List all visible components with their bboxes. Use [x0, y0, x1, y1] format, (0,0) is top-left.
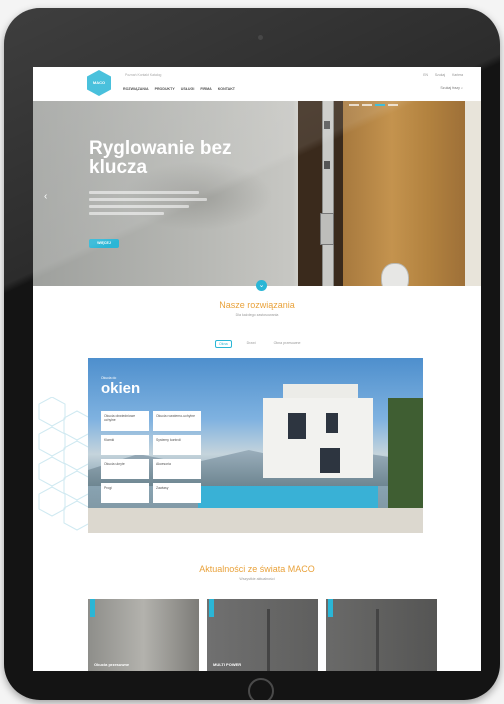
news-card[interactable]: Okucia przesuwne [88, 599, 199, 671]
hero-slider: ‹ Ryglowanie bez klucza WIĘCEJ [33, 101, 481, 286]
feature-link[interactable]: Okucia ukryte [101, 459, 149, 479]
slider-dot[interactable] [349, 104, 359, 106]
villa-window [320, 448, 340, 473]
nav-item-solutions[interactable]: ROZWIĄZANIA [123, 87, 149, 91]
card-image-bar [267, 609, 270, 671]
feature-title: okien [101, 380, 141, 397]
news-cards: Okucia przesuwne MULTI POWER [88, 599, 437, 671]
home-button[interactable] [248, 678, 274, 700]
door-edge-image [465, 101, 481, 286]
news-title: Aktualności ze świata MACO [199, 564, 315, 574]
card-tag [90, 599, 95, 617]
slider-dot[interactable] [362, 104, 372, 106]
news-card-title: Okucia przesuwne [94, 662, 130, 667]
hero-more-button[interactable]: WIĘCEJ [89, 239, 119, 248]
feature-link[interactable]: Okucia obwiedniowe uchylne [101, 411, 149, 431]
feature-link[interactable]: Okucia rozwierno-uchylne [153, 411, 201, 431]
news-card-title: MULTI POWER [213, 662, 242, 667]
card-tag [209, 599, 214, 617]
scroll-down-icon[interactable]: ⌄ [256, 280, 267, 291]
hero-description [89, 191, 209, 219]
main-nav: ROZWIĄZANIA PRODUKTY USŁUGI FIRMA KONTAK… [123, 87, 235, 91]
language-link[interactable]: EN [423, 73, 428, 77]
text-line [89, 191, 199, 194]
feature-link[interactable]: Akcesoria [153, 459, 201, 479]
nav-item-services[interactable]: USŁUGI [181, 87, 195, 91]
feature-link[interactable]: Progi [101, 483, 149, 503]
search-field[interactable]: Szukaj frazy ⌕ [440, 86, 463, 90]
slider-dots [349, 104, 398, 106]
feature-link[interactable]: Systemy kontroli [153, 435, 201, 455]
solutions-title: Nasze rozwiązania [219, 300, 295, 310]
nav-item-contact[interactable]: KONTAKT [218, 87, 235, 91]
slider-prev-arrow[interactable]: ‹ [44, 191, 47, 202]
hero-title: Ryglowanie bez klucza [89, 138, 232, 178]
top-links[interactable]: Poznań Kontakt Katalog [125, 73, 161, 77]
tab-doors[interactable]: Drzwi [244, 340, 259, 348]
villa-window [326, 413, 338, 433]
door-panel-image [343, 101, 465, 286]
nav-item-company[interactable]: FIRMA [200, 87, 211, 91]
camera-dot [258, 35, 263, 40]
news-subtitle[interactable]: Wszystkie aktualności [33, 577, 481, 581]
feature-link[interactable]: Klamki [101, 435, 149, 455]
site-header: MACO Poznań Kontakt Katalog EN Szukaj Ka… [33, 67, 481, 102]
slider-dot[interactable] [388, 104, 398, 106]
feature-link[interactable]: Zawiasy [153, 483, 201, 503]
tablet-frame: MACO Poznań Kontakt Katalog EN Szukaj Ka… [4, 8, 500, 700]
deck-image [88, 508, 423, 533]
tab-windows[interactable]: Okna [215, 340, 232, 348]
top-right-links: EN Szukaj Kariera [417, 73, 463, 77]
slider-dot-active[interactable] [375, 104, 385, 106]
maco-logo[interactable]: MACO [87, 70, 111, 96]
tab-sliding[interactable]: Okna przesuwne [271, 340, 304, 348]
news-card[interactable] [326, 599, 437, 671]
news-card[interactable]: MULTI POWER [207, 599, 318, 671]
trees-image [388, 398, 423, 508]
text-line [89, 205, 189, 208]
solutions-subtitle: Dla każdego zastosowania [235, 313, 279, 317]
search-label: Szukaj frazy [440, 86, 460, 90]
card-image-bar [376, 609, 379, 671]
lock-slot [324, 161, 330, 169]
text-line [89, 212, 164, 215]
search-icon: ⌕ [460, 86, 463, 90]
lock-mechanism [320, 213, 334, 245]
solutions-tabs: Okna Drzwi Okna przesuwne [215, 340, 304, 348]
villa-window [288, 413, 306, 439]
nav-item-products[interactable]: PRODUKTY [155, 87, 175, 91]
lock-slot [324, 121, 330, 129]
career-link[interactable]: Kariera [452, 73, 463, 77]
villa-image [263, 398, 373, 478]
door-handle-image [381, 263, 409, 286]
text-line [89, 198, 207, 201]
feature-links-grid: Okucia obwiedniowe uchylne Okucia rozwie… [101, 411, 201, 503]
windows-feature-panel: Okucia do okien Okucia obwiedniowe uchyl… [88, 358, 423, 533]
card-tag [328, 599, 333, 617]
website-screen: MACO Poznań Kontakt Katalog EN Szukaj Ka… [33, 67, 481, 671]
search-link[interactable]: Szukaj [435, 73, 445, 77]
